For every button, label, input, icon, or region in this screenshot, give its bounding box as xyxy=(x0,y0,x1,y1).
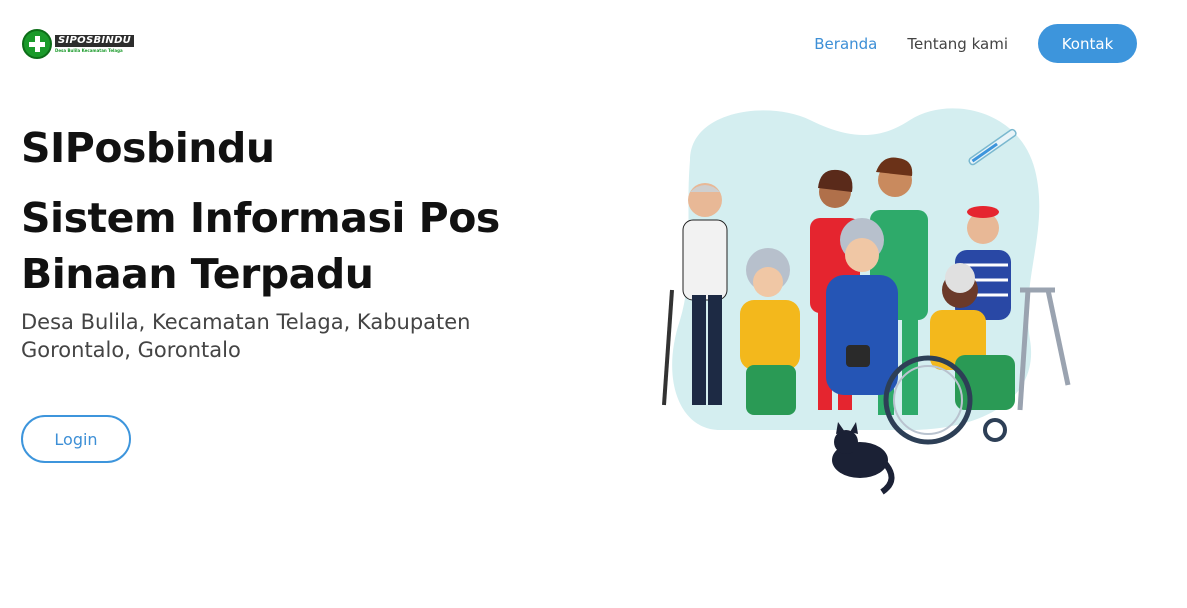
kontak-button[interactable]: Kontak xyxy=(1038,24,1137,63)
black-cat-icon xyxy=(832,422,895,495)
nav-link-beranda[interactable]: Beranda xyxy=(814,35,877,53)
elderly-care-group-illustration xyxy=(662,108,1071,495)
site-logo[interactable]: SIPOSBINDU Desa Bulila Kecamatan Telaga xyxy=(22,28,135,60)
logo-title: SIPOSBINDU xyxy=(55,35,135,47)
logo-subtitle: Desa Bulila Kecamatan Telaga xyxy=(55,48,123,53)
medical-cross-icon xyxy=(22,29,52,59)
nav-link-tentang-kami[interactable]: Tentang kami xyxy=(907,35,1008,53)
main-nav: Beranda Tentang kami Kontak xyxy=(814,24,1137,63)
hero-subtitle: Sistem Informasi Pos Binaan Terpadu xyxy=(21,194,500,298)
login-button[interactable]: Login xyxy=(21,415,131,463)
hero-title: SIPosbindu xyxy=(21,124,275,172)
hero-description: Desa Bulila, Kecamatan Telaga, Kabupaten… xyxy=(21,310,471,362)
logo-text: SIPOSBINDU Desa Bulila Kecamatan Telaga xyxy=(55,35,135,53)
